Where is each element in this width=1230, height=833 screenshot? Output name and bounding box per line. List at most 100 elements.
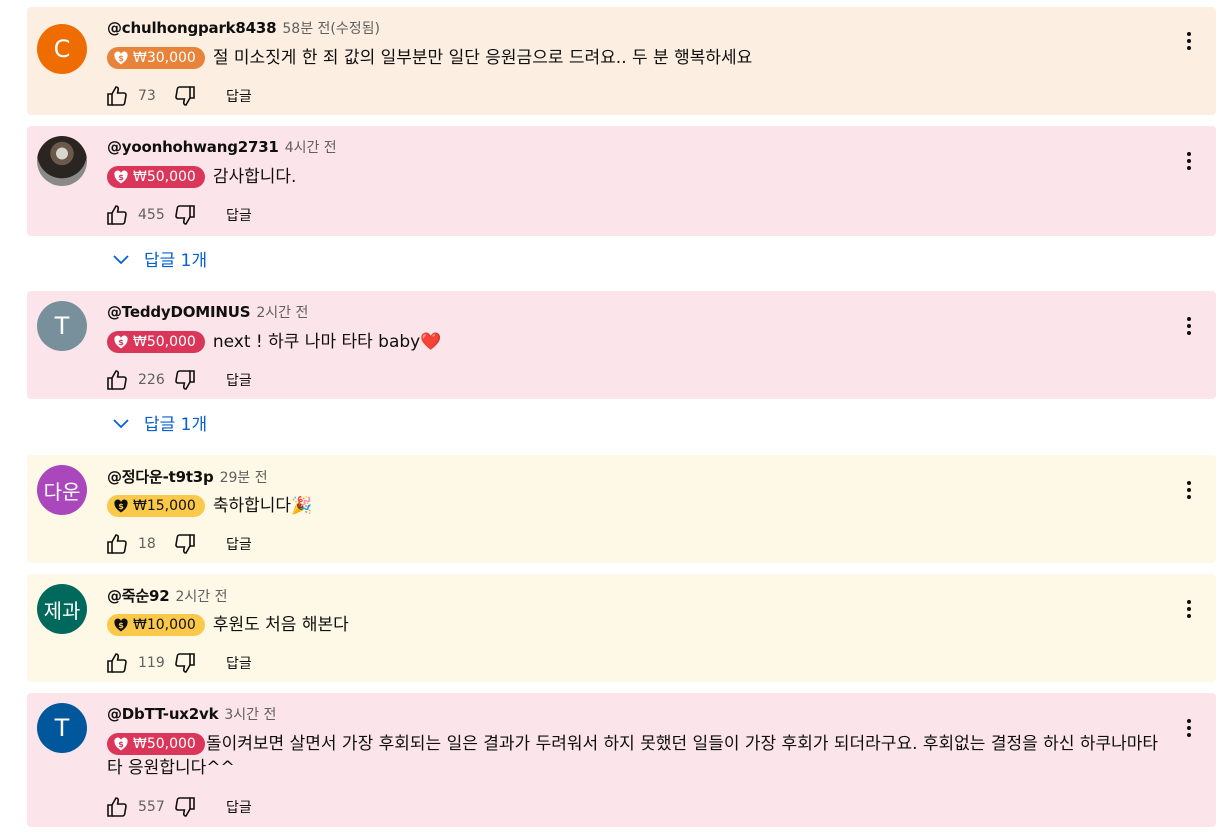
comment-card: T @TeddyDOMINUS 2시간 전 $ ₩50,000 next ! 하… bbox=[27, 291, 1216, 399]
reply-button[interactable]: 답글 bbox=[226, 86, 252, 106]
reply-button[interactable]: 답글 bbox=[226, 653, 252, 673]
super-thanks-icon: $ bbox=[114, 170, 128, 184]
comment-header: @정다운-t9t3p 29분 전 bbox=[107, 466, 268, 487]
svg-text:$: $ bbox=[118, 502, 124, 511]
comment-body: $ ₩15,000 축하합니다🎉 bbox=[107, 494, 312, 518]
more-actions-button[interactable] bbox=[1177, 29, 1201, 53]
view-replies-button[interactable]: 답글 1개 bbox=[112, 410, 207, 435]
comment-header: @DbTT-ux2vk 3시간 전 bbox=[107, 704, 276, 724]
avatar[interactable] bbox=[37, 136, 87, 186]
more-actions-button[interactable] bbox=[1177, 597, 1201, 621]
thumb-up-icon bbox=[107, 205, 127, 225]
reply-button[interactable]: 답글 bbox=[226, 534, 252, 554]
comment-text: 돌이켜보면 살면서 가장 후회되는 일은 결과가 두려워서 하지 못했던 일들이… bbox=[107, 734, 1159, 778]
thumb-down-icon bbox=[175, 370, 195, 390]
like-button[interactable] bbox=[104, 531, 130, 557]
reply-button[interactable]: 답글 bbox=[226, 205, 252, 225]
like-count: 557 bbox=[138, 799, 165, 815]
comment-time[interactable]: 3시간 전 bbox=[224, 704, 276, 724]
like-button[interactable] bbox=[104, 650, 130, 676]
thumb-up-icon bbox=[107, 370, 127, 390]
dislike-button[interactable] bbox=[172, 83, 198, 109]
like-button[interactable] bbox=[104, 367, 130, 393]
comment-author[interactable]: @yoonhohwang2731 bbox=[107, 138, 279, 156]
super-thanks-icon: $ bbox=[114, 499, 128, 513]
thumb-down-icon bbox=[175, 653, 195, 673]
comment-time[interactable]: 58분 전(수정됨) bbox=[282, 18, 380, 38]
comment-card: C @chulhongpark8438 58분 전(수정됨) $ ₩30,000… bbox=[27, 7, 1216, 115]
comment-time[interactable]: 4시간 전 bbox=[285, 137, 337, 157]
avatar[interactable]: T bbox=[37, 703, 87, 753]
svg-text:$: $ bbox=[118, 173, 124, 182]
avatar[interactable]: 다운 bbox=[37, 465, 87, 515]
comment-author[interactable]: @DbTT-ux2vk bbox=[107, 705, 219, 723]
super-thanks-amount: ₩50,000 bbox=[133, 334, 196, 350]
comment-header: @죽순92 2시간 전 bbox=[107, 585, 227, 606]
like-button[interactable] bbox=[104, 83, 130, 109]
avatar[interactable]: C bbox=[37, 24, 87, 74]
avatar[interactable]: 제과 bbox=[37, 584, 87, 634]
comment-card: @yoonhohwang2731 4시간 전 $ ₩50,000 감사합니다. … bbox=[27, 126, 1216, 236]
comment-text: 축하합니다🎉 bbox=[212, 496, 313, 516]
chevron-down-icon bbox=[113, 254, 129, 264]
more-actions-button[interactable] bbox=[1177, 149, 1201, 173]
chevron-down-icon bbox=[113, 418, 129, 428]
comment-actions: 18 답글 bbox=[104, 531, 252, 557]
more-actions-button[interactable] bbox=[1177, 314, 1201, 338]
reply-button[interactable]: 답글 bbox=[226, 797, 252, 817]
comment-header: @yoonhohwang2731 4시간 전 bbox=[107, 137, 337, 157]
thumb-down-icon bbox=[175, 86, 195, 106]
dislike-button[interactable] bbox=[172, 794, 198, 820]
comment-card: 제과 @죽순92 2시간 전 $ ₩10,000 후원도 처음 해본다 119 … bbox=[27, 574, 1216, 682]
comment-time[interactable]: 2시간 전 bbox=[175, 586, 227, 606]
comment-author[interactable]: @정다운-t9t3p bbox=[107, 466, 214, 487]
comment-time[interactable]: 29분 전 bbox=[220, 467, 268, 487]
dislike-button[interactable] bbox=[172, 202, 198, 228]
comment-author[interactable]: @죽순92 bbox=[107, 585, 170, 606]
comment-text: 후원도 처음 해본다 bbox=[212, 615, 349, 635]
thumb-down-icon bbox=[175, 797, 195, 817]
comment-card: T @DbTT-ux2vk 3시간 전 $ ₩50,000 돌이켜보면 살면서 … bbox=[27, 693, 1216, 827]
view-replies-button[interactable]: 답글 1개 bbox=[112, 246, 207, 271]
like-button[interactable] bbox=[104, 794, 130, 820]
comment-time[interactable]: 2시간 전 bbox=[256, 302, 308, 322]
comment-card: 다운 @정다운-t9t3p 29분 전 $ ₩15,000 축하합니다🎉 18 … bbox=[27, 455, 1216, 563]
replies-count-label: 답글 1개 bbox=[144, 415, 208, 435]
dislike-button[interactable] bbox=[172, 367, 198, 393]
more-vert-icon bbox=[1187, 32, 1191, 50]
super-thanks-chip: $ ₩50,000 bbox=[107, 331, 205, 353]
comment-header: @chulhongpark8438 58분 전(수정됨) bbox=[107, 18, 380, 38]
thumb-down-icon bbox=[175, 534, 195, 554]
comment-actions: 73 답글 bbox=[104, 83, 252, 109]
comment-body: $ ₩50,000 next ! 하쿠 나마 타타 baby❤️ bbox=[107, 330, 441, 354]
more-vert-icon bbox=[1187, 481, 1191, 499]
super-thanks-amount: ₩15,000 bbox=[133, 498, 196, 514]
thumb-up-icon bbox=[107, 534, 127, 554]
comment-author[interactable]: @chulhongpark8438 bbox=[107, 19, 277, 37]
super-thanks-icon: $ bbox=[114, 335, 128, 349]
svg-text:$: $ bbox=[118, 338, 124, 347]
comment-body: $ ₩50,000 감사합니다. bbox=[107, 165, 296, 189]
like-count: 226 bbox=[138, 372, 165, 388]
like-count: 455 bbox=[138, 207, 165, 223]
dislike-button[interactable] bbox=[172, 531, 198, 557]
comment-actions: 226 답글 bbox=[104, 367, 252, 393]
comment-text: 감사합니다. bbox=[212, 167, 297, 187]
like-count: 18 bbox=[138, 536, 156, 552]
comment-actions: 455 답글 bbox=[104, 202, 252, 228]
more-actions-button[interactable] bbox=[1177, 478, 1201, 502]
avatar[interactable]: T bbox=[37, 301, 87, 351]
thumb-up-icon bbox=[107, 797, 127, 817]
comment-author[interactable]: @TeddyDOMINUS bbox=[107, 303, 251, 321]
super-thanks-icon: $ bbox=[114, 51, 128, 65]
dislike-button[interactable] bbox=[172, 650, 198, 676]
super-thanks-chip: $ ₩10,000 bbox=[107, 614, 205, 636]
comment-body: $ ₩30,000 절 미소짓게 한 죄 값의 일부분만 일단 응원금으로 드려… bbox=[107, 46, 752, 70]
comment-text: 절 미소짓게 한 죄 값의 일부분만 일단 응원금으로 드려요.. 두 분 행복… bbox=[212, 48, 753, 68]
super-thanks-amount: ₩10,000 bbox=[133, 617, 196, 633]
reply-button[interactable]: 답글 bbox=[226, 370, 252, 390]
more-vert-icon bbox=[1187, 317, 1191, 335]
like-button[interactable] bbox=[104, 202, 130, 228]
thumb-down-icon bbox=[175, 205, 195, 225]
more-actions-button[interactable] bbox=[1177, 716, 1201, 740]
